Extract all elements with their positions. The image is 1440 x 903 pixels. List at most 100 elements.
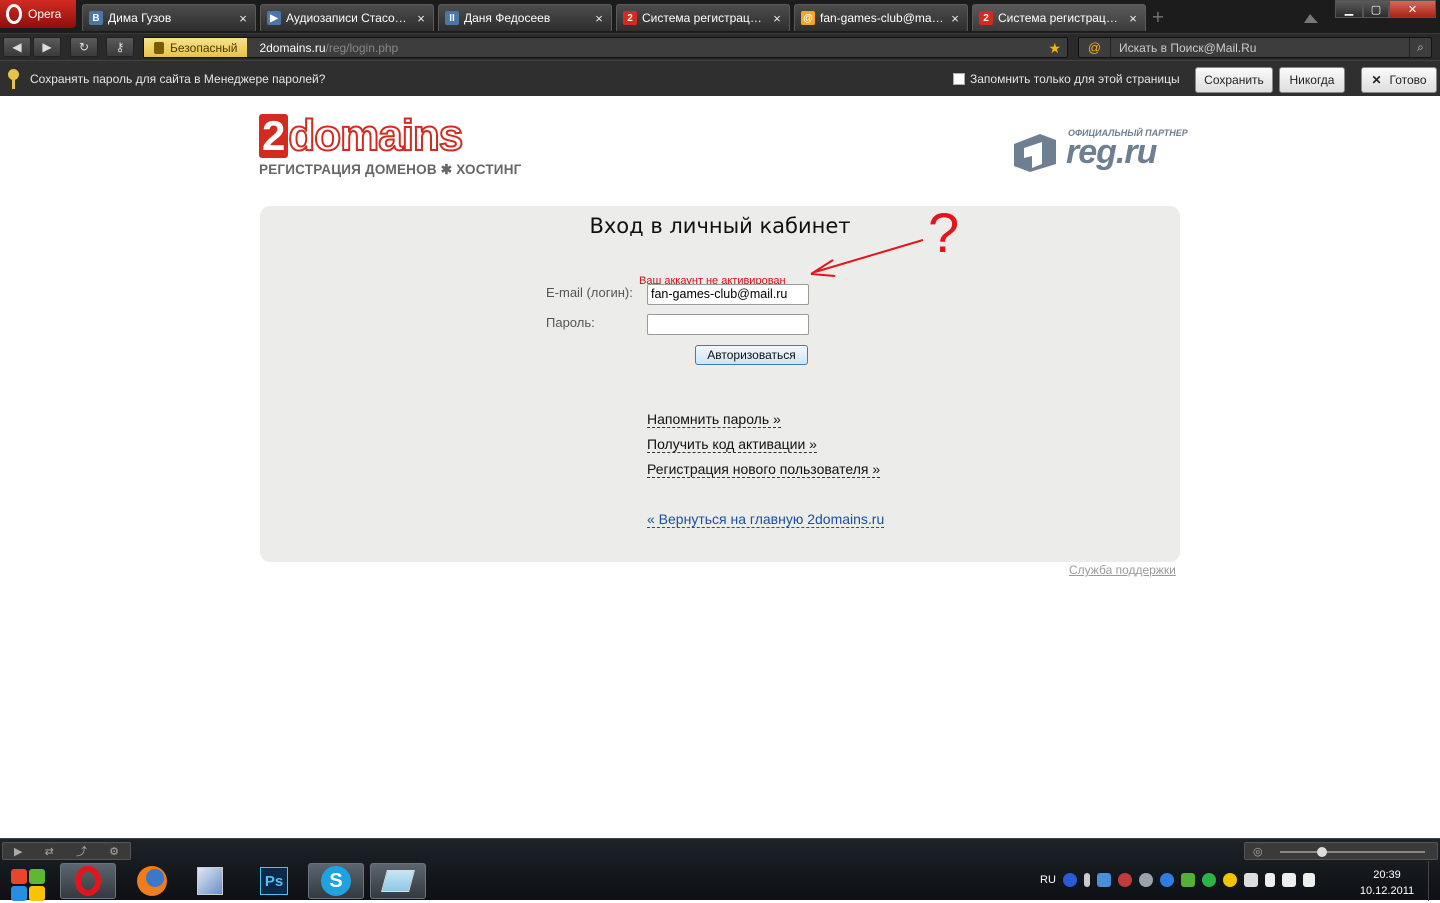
trash-icon[interactable] [1302,10,1320,24]
volume-icon[interactable] [1302,873,1315,887]
save-password-button[interactable]: Сохранить [1195,67,1273,93]
media-toolbar[interactable]: ▶ ⇄ ⤴ ⚙ [2,842,131,860]
regru-sign-icon [1014,134,1056,172]
remind-password-link[interactable]: Напомнить пароль » [647,411,781,428]
password-field[interactable] [647,314,809,335]
icq-icon[interactable] [1201,873,1216,887]
never-button[interactable]: Никогда [1279,67,1345,93]
tab-3[interactable]: II Даня Федосеев × [438,4,612,31]
email-label: E-mail (логин): [546,285,633,300]
close-tab-icon[interactable]: × [949,11,961,26]
close-tab-icon[interactable]: × [771,11,783,26]
close-window-icon[interactable]: ✕ [1389,0,1436,18]
volume-slider-track[interactable] [1280,851,1425,853]
close-tab-icon[interactable]: × [1127,11,1139,26]
logo-word: domains [287,111,464,160]
tab-title: Даня Федосеев [464,11,551,25]
taskbar-photoshop[interactable]: Ps [246,863,302,899]
password-manager-bar: Сохранять пароль для сайта в Менеджере п… [0,60,1440,96]
maximize-icon[interactable]: ▢ [1363,0,1389,18]
language-indicator[interactable]: RU [1040,874,1056,886]
tab-6-active[interactable]: 2 Система регистраци... × [972,4,1146,31]
taskbar-skype[interactable]: S [308,863,364,899]
monitor-icon[interactable] [1096,873,1111,887]
tab-title: Система регистраци... [642,11,766,25]
back-icon[interactable]: ◀ [3,37,31,57]
repeat-icon[interactable]: ⇄ [45,845,54,858]
tab-1[interactable]: B Дима Гузов × [82,4,256,31]
register-link[interactable]: Регистрация нового пользователя » [647,461,881,478]
windows-logo-part [29,886,45,901]
remember-page-label[interactable]: Запомнить только для этой страницы [970,72,1180,86]
chat-icon[interactable] [1222,873,1237,887]
settings-icon[interactable]: ⚙ [109,845,119,858]
key-icon[interactable]: ⚷ [106,37,134,57]
regru-partner-logo[interactable]: ОФИЦИАЛЬНЫЙ ПАРТНЕР reg.ru [1012,128,1188,174]
key-icon [8,69,20,89]
get-activation-code-link[interactable]: Получить код активации » [647,436,817,453]
play-icon[interactable]: ▶ [14,845,22,858]
search-input[interactable]: Искать в Поиск@Mail.Ru [1111,41,1409,55]
tab-4[interactable]: 2 Система регистраци... × [616,4,790,31]
windows-logo-part [11,886,27,901]
tab-bar: Opera B Дима Гузов × ▶ Аудиозаписи Стасо… [0,0,1440,33]
search-engine-icon[interactable]: @ [1079,38,1111,57]
opera-menu-button[interactable]: Opera [0,0,76,28]
tab-2[interactable]: ▶ Аудиозаписи Стасон... × [260,4,434,31]
logo-subtitle: РЕГИСТРАЦИЯ ДОМЕНОВ ✱ ХОСТИНГ [259,162,522,177]
bookmark-star-icon[interactable]: ★ [1048,40,1061,57]
tab-5[interactable]: @ fan-games-club@mai... × [794,4,968,31]
taskbar-opera[interactable] [60,863,116,899]
lock-icon [154,42,164,54]
url-domain: 2domains.ru [259,40,326,55]
forward-icon[interactable]: ▶ [33,37,61,57]
antivirus-icon[interactable] [1117,873,1132,887]
taskbar-firefox[interactable] [124,863,180,899]
email-field[interactable]: fan-games-club@mail.ru [647,284,809,305]
clock[interactable]: 20:39 10.12.2011 [1356,867,1418,899]
start-button[interactable] [5,863,51,903]
lightning-icon[interactable] [1159,873,1174,887]
login-panel: Вход в личный кабинет ? Ваш аккаунт не а… [260,201,1180,562]
show-hidden-icon[interactable] [1083,873,1090,887]
close-tab-icon[interactable]: × [593,11,605,26]
windows-logo-icon [11,869,27,884]
system-tray: RU [1040,867,1315,893]
support-link[interactable]: Служба поддержки [1069,563,1176,577]
steam-icon[interactable] [1138,873,1153,887]
headphones-icon: ◎ [1253,845,1263,858]
page-title: Вход в личный кабинет [589,214,851,238]
close-tab-icon[interactable]: × [237,11,249,26]
search-icon[interactable]: ⌕ [1409,38,1431,57]
back-to-home-link[interactable]: « Вернуться на главную 2domains.ru [647,511,885,528]
download-icon[interactable] [1180,873,1195,887]
taskbar: ▶ ⇄ ⤴ ⚙ ◎ Ps S RU 20:39 10.12.2011 [0,838,1440,903]
remember-page-checkbox[interactable] [953,73,965,85]
address-field[interactable]: Безопасный 2domains.ru /reg/login.php ★ [143,37,1068,58]
mail-icon: @ [801,11,815,25]
notepad-icon [381,870,415,892]
security-badge[interactable]: Безопасный [144,38,248,57]
close-tab-icon[interactable]: × [415,11,427,26]
logo-digit: 2 [259,114,289,158]
taskbar-notepad[interactable] [370,863,426,899]
help-icon[interactable] [1062,873,1077,887]
2domains-logo[interactable]: 2 domains РЕГИСТРАЦИЯ ДОМЕНОВ ✱ ХОСТИНГ [259,111,522,178]
show-desktop-button[interactable] [1428,861,1440,901]
media-volume-bar[interactable]: ◎ [1244,842,1438,860]
vk-icon: B [89,11,103,25]
new-tab-icon[interactable]: + [1150,9,1166,25]
search-field[interactable]: @ Искать в Поиск@Mail.Ru ⌕ [1078,37,1432,58]
volume-slider-knob[interactable] [1317,847,1327,857]
display-icon[interactable] [1243,873,1258,887]
minimize-icon[interactable]: ▁ [1335,0,1363,18]
password-bar-message: Сохранять пароль для сайта в Менеджере п… [30,72,326,86]
share-icon[interactable]: ⤴ [76,843,87,859]
network-icon[interactable] [1281,873,1296,887]
done-button[interactable]: ✕ Готово [1361,67,1437,93]
reload-icon[interactable]: ↻ [70,37,98,57]
login-button[interactable]: Авторизоваться [695,345,808,365]
flag-icon[interactable] [1264,873,1275,887]
taskbar-paint[interactable] [182,863,238,899]
tab-title: Аудиозаписи Стасон... [286,11,410,25]
